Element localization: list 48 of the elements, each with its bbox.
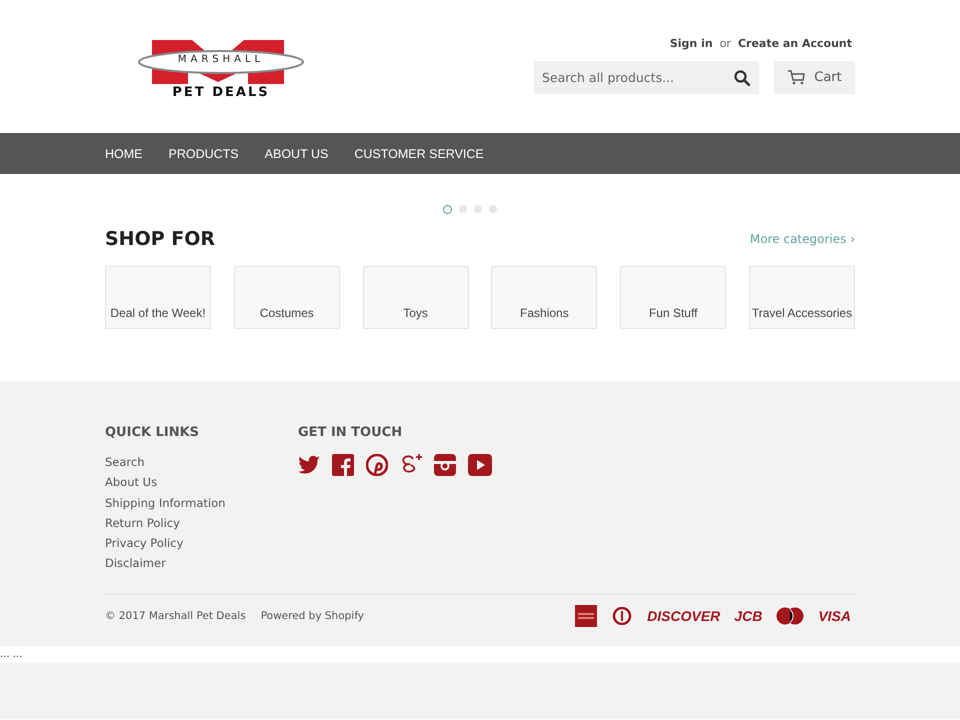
pinterest-icon[interactable] [366, 454, 388, 476]
cart-button[interactable]: Cart [774, 61, 855, 94]
category-card[interactable]: Costumes [234, 266, 340, 329]
store-logo[interactable]: MARSHALL PET DEALS [138, 38, 304, 100]
footer-link[interactable]: Privacy Policy [105, 533, 298, 554]
play-icon[interactable] [468, 454, 492, 476]
powered-by-link[interactable]: Powered by Shopify [260, 610, 364, 622]
slider-dot[interactable] [459, 205, 467, 213]
payment-logo: VISA [818, 608, 851, 624]
search-icon [734, 70, 750, 86]
nav-link[interactable]: HOME [105, 146, 142, 160]
card-logo-icon [611, 606, 634, 625]
category-card[interactable]: Toys [362, 266, 469, 329]
slider-dot[interactable] [474, 205, 482, 213]
ellipsis-text: ... ... [0, 649, 22, 660]
footer-link[interactable]: Search [105, 452, 298, 472]
twitter-icon[interactable] [298, 454, 320, 476]
category-card[interactable]: Fun Stuff [620, 266, 726, 329]
search-button[interactable] [724, 61, 759, 94]
section-heading: SHOP FOR [105, 228, 216, 250]
slider-dot[interactable] [489, 205, 497, 213]
nav-link[interactable]: ABOUT US [264, 146, 328, 160]
card-logo-icon [575, 604, 598, 627]
logo-text: MARSHALL [176, 54, 266, 65]
create-account-link[interactable]: Create an Account [738, 37, 852, 50]
slider-dot[interactable] [443, 205, 452, 214]
payment-logo: DISCOVER [647, 608, 720, 624]
sign-in-link[interactable]: Sign in [670, 37, 713, 50]
footer-heading: QUICK LINKS [105, 425, 200, 440]
category-card[interactable]: Fashions [491, 266, 598, 329]
logo-text: PET DEALS [172, 85, 270, 100]
footer-link[interactable]: Return Policy [105, 512, 298, 534]
footer-link[interactable]: Disclaimer [105, 553, 298, 574]
nav-link[interactable]: CUSTOMER SERVICE [354, 146, 484, 160]
footer-link[interactable]: About Us [105, 472, 298, 493]
copyright-text: © 2017 Marshall Pet Deals [105, 610, 246, 622]
camera-icon[interactable] [434, 454, 456, 476]
payment-logo: JCB [734, 608, 762, 624]
category-card[interactable]: Travel Accessories [748, 266, 855, 329]
facebook-icon[interactable] [332, 454, 354, 476]
category-card[interactable]: Deal of the Week! [105, 266, 211, 329]
cart-icon [787, 70, 806, 85]
footer-link[interactable]: Shipping Information [105, 492, 298, 513]
or-text: or [720, 37, 731, 50]
nav-link[interactable]: PRODUCTS [168, 146, 239, 160]
card-logo-icon [776, 606, 804, 625]
search-field[interactable]: Search all products... [534, 61, 724, 94]
footer-heading: GET IN TOUCH [298, 425, 404, 440]
